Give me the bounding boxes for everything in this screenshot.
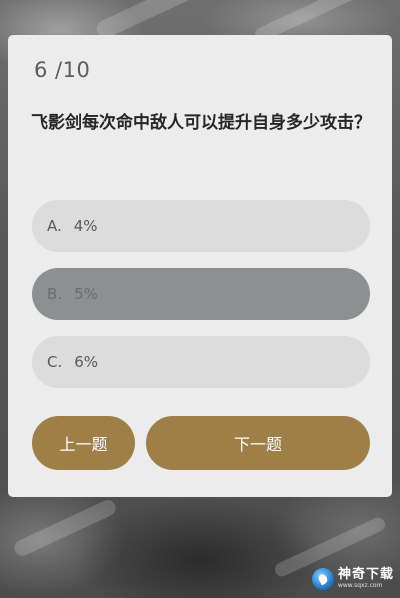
watermark-url: www.sqxz.com (337, 582, 383, 589)
option-text: 5% (74, 285, 98, 303)
question-progress: 6 /10 (34, 58, 91, 82)
option-text: 6% (74, 353, 99, 371)
option-c[interactable]: C. 6% (32, 336, 370, 388)
option-letter: B. (47, 285, 63, 303)
next-question-button[interactable]: 下一题 (146, 416, 370, 470)
question-text: 飞影剑每次命中敌人可以提升自身多少攻击？ (31, 113, 371, 133)
watermark-name: 神奇下载 (337, 567, 394, 582)
option-b[interactable]: B. 5% (32, 268, 370, 320)
site-logo-icon (311, 568, 334, 590)
option-text: 4% (73, 217, 98, 235)
option-letter: A. (47, 217, 62, 235)
option-a[interactable]: A. 4% (32, 200, 370, 252)
quiz-card: 6 /10 飞影剑每次命中敌人可以提升自身多少攻击？ A. 4% B. 5% C… (8, 35, 392, 497)
watermark: 神奇下载 www.sqxz.com (311, 567, 394, 590)
option-letter: C. (47, 353, 63, 371)
previous-question-button[interactable]: 上一题 (32, 416, 135, 470)
background-streak (11, 497, 119, 559)
